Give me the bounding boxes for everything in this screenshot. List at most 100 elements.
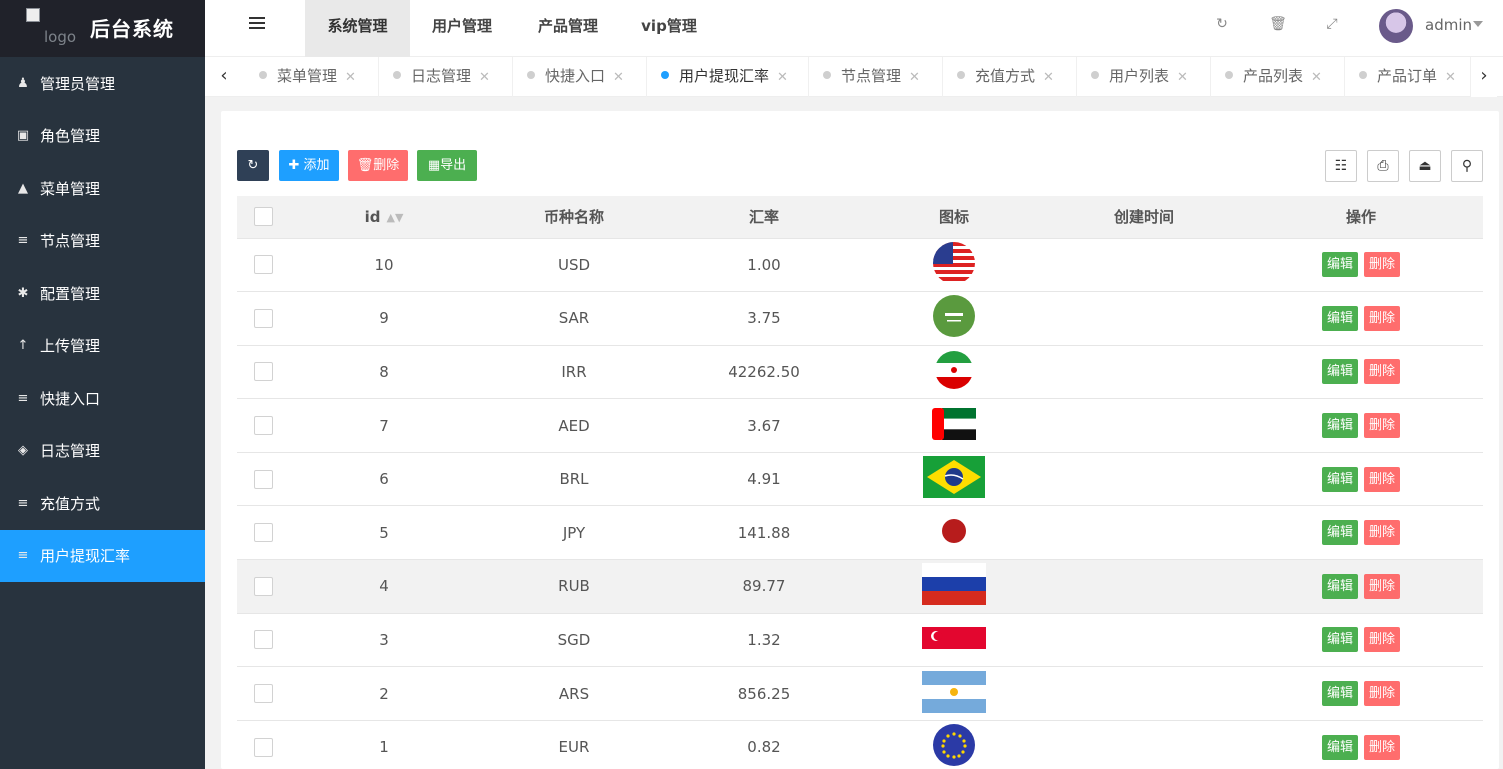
tab-system[interactable]: 系统管理 xyxy=(305,0,410,57)
page-tab[interactable]: 充值方式 ✕ xyxy=(943,57,1077,97)
fullscreen-icon[interactable]: ⤢ xyxy=(1323,16,1341,34)
page-tab[interactable]: 日志管理 ✕ xyxy=(379,57,513,97)
columns-icon[interactable]: ☷ xyxy=(1325,150,1357,182)
select-all-checkbox[interactable] xyxy=(253,207,273,227)
sidebar-item-config[interactable]: ✱ 配置管理 xyxy=(0,267,205,320)
table-row[interactable]: 9 SAR 3.75 编辑 删除 xyxy=(237,291,1483,346)
page-tab[interactable]: 产品订单 ✕ xyxy=(1345,57,1471,97)
cell-currency-name: ARS xyxy=(479,666,669,721)
table-row[interactable]: 10 USD 1.00 编辑 删除 xyxy=(237,238,1483,293)
close-icon[interactable]: ✕ xyxy=(909,70,920,85)
sidebar-item-upload[interactable]: ↑ 上传管理 xyxy=(0,320,205,373)
table-row[interactable]: 1 EUR 0.82 编辑 删除 xyxy=(237,720,1483,769)
edit-button[interactable]: 编辑 xyxy=(1322,252,1358,278)
refresh-button[interactable]: ↻ xyxy=(237,150,269,181)
page-tab-label: 快捷入口 xyxy=(545,67,606,85)
edit-button[interactable]: 编辑 xyxy=(1322,627,1358,653)
menu-toggle-icon[interactable] xyxy=(249,17,265,31)
sidebar-item-log[interactable]: ◈ 日志管理 xyxy=(0,425,205,478)
close-icon[interactable]: ✕ xyxy=(777,70,788,85)
trash-icon[interactable]: 🗑 xyxy=(1269,16,1287,34)
sidebar-item-recharge[interactable]: ≡ 充值方式 xyxy=(0,477,205,530)
table-body: 10 USD 1.00 编辑 删除 9 SAR 3.75 编辑 删除 8 IRR 42262.50 编辑删… xyxy=(237,238,1483,769)
page-tab[interactable]: 产品列表 ✕ xyxy=(1211,57,1345,97)
chevron-right-icon[interactable]: › xyxy=(1471,57,1497,97)
close-icon[interactable]: ✕ xyxy=(1043,70,1054,85)
page-tab[interactable]: 节点管理 ✕ xyxy=(809,57,943,97)
row-delete-button[interactable]: 删除 xyxy=(1364,305,1400,331)
user-name[interactable]: admin xyxy=(1425,16,1472,34)
sidebar-item-label: 节点管理 xyxy=(40,232,101,251)
row-delete-button[interactable]: 删除 xyxy=(1364,520,1400,546)
row-delete-button[interactable]: 删除 xyxy=(1364,573,1400,599)
edit-button[interactable]: 编辑 xyxy=(1322,305,1358,331)
refresh-icon[interactable]: ↻ xyxy=(1213,16,1231,34)
delete-button[interactable]: 🗑删除 xyxy=(348,150,408,181)
sidebar-item-admin[interactable]: ♟ 管理员管理 xyxy=(0,57,205,110)
row-checkbox[interactable] xyxy=(253,684,273,704)
edit-button[interactable]: 编辑 xyxy=(1322,359,1358,385)
search-icon[interactable]: ⚲ xyxy=(1451,150,1483,182)
table-row[interactable]: 2 ARS 856.25 编辑 删除 xyxy=(237,666,1483,721)
table-row[interactable]: 6 BRL 4.91 编辑 删除 xyxy=(237,452,1483,507)
edit-button[interactable]: 编辑 xyxy=(1322,573,1358,599)
table-row[interactable]: 7 AED 3.67 编辑 删除 xyxy=(237,398,1483,453)
row-checkbox[interactable] xyxy=(253,362,273,382)
edit-button[interactable]: 编辑 xyxy=(1322,413,1358,439)
close-icon[interactable]: ✕ xyxy=(1177,70,1188,85)
chevron-down-icon[interactable] xyxy=(1473,21,1483,27)
page-tab[interactable]: 快捷入口 ✕ xyxy=(513,57,647,97)
row-delete-button[interactable]: 删除 xyxy=(1364,681,1400,707)
edit-button[interactable]: 编辑 xyxy=(1322,520,1358,546)
row-select-cell xyxy=(237,613,289,668)
table-row[interactable]: 4 RUB 89.77 编辑 删除 xyxy=(237,559,1483,614)
edit-button[interactable]: 编辑 xyxy=(1322,734,1358,760)
row-checkbox[interactable] xyxy=(253,416,273,436)
column-header-id[interactable]: id ▲▼ xyxy=(289,196,479,239)
sidebar-item-role[interactable]: ▣ 角色管理 xyxy=(0,110,205,163)
page-tab[interactable]: 用户列表 ✕ xyxy=(1077,57,1211,97)
export-icon[interactable]: ⏏ xyxy=(1409,150,1441,182)
close-icon[interactable]: ✕ xyxy=(1311,70,1322,85)
row-checkbox[interactable] xyxy=(253,523,273,543)
tab-vip[interactable]: vip管理 xyxy=(629,0,709,57)
row-delete-button[interactable]: 删除 xyxy=(1364,252,1400,278)
row-checkbox[interactable] xyxy=(253,255,273,275)
chevron-left-icon[interactable]: ‹ xyxy=(211,57,237,97)
sort-icon[interactable]: ▲▼ xyxy=(386,211,403,224)
close-icon[interactable]: ✕ xyxy=(1445,70,1456,85)
add-button[interactable]: ✚ 添加 xyxy=(279,150,339,181)
status-dot xyxy=(393,71,401,79)
export-icon: ▦ xyxy=(427,158,441,173)
print-icon[interactable]: ⎙ xyxy=(1367,150,1399,182)
edit-button[interactable]: 编辑 xyxy=(1322,466,1358,492)
row-delete-button[interactable]: 删除 xyxy=(1364,734,1400,760)
edit-button[interactable]: 编辑 xyxy=(1322,681,1358,707)
row-checkbox[interactable] xyxy=(253,308,273,328)
table-row[interactable]: 3 SGD 1.32 编辑 删除 xyxy=(237,613,1483,668)
japan-flag-icon xyxy=(941,518,967,548)
table-row[interactable]: 5 JPY 141.88 编辑 删除 xyxy=(237,505,1483,561)
row-checkbox[interactable] xyxy=(253,737,273,757)
row-checkbox[interactable] xyxy=(253,469,273,489)
table-row[interactable]: 8 IRR 42262.50 编辑 删除 xyxy=(237,345,1483,400)
close-icon[interactable]: ✕ xyxy=(613,70,624,85)
row-checkbox[interactable] xyxy=(253,630,273,650)
sidebar-item-withdraw-rate[interactable]: ≡ 用户提现汇率 xyxy=(0,529,205,582)
row-delete-button[interactable]: 删除 xyxy=(1364,466,1400,492)
sidebar-item-node[interactable]: ≡ 节点管理 xyxy=(0,215,205,268)
row-checkbox[interactable] xyxy=(253,576,273,596)
page-tab-active[interactable]: 用户提现汇率 ✕ xyxy=(647,57,809,97)
row-delete-button[interactable]: 删除 xyxy=(1364,627,1400,653)
page-tab[interactable]: 菜单管理 ✕ xyxy=(245,57,379,97)
tab-user[interactable]: 用户管理 xyxy=(417,0,507,57)
row-delete-button[interactable]: 删除 xyxy=(1364,359,1400,385)
avatar[interactable] xyxy=(1379,9,1413,43)
export-button[interactable]: ▦导出 xyxy=(417,150,477,181)
tab-product[interactable]: 产品管理 xyxy=(523,0,613,57)
close-icon[interactable]: ✕ xyxy=(479,70,490,85)
close-icon[interactable]: ✕ xyxy=(345,70,356,85)
row-delete-button[interactable]: 删除 xyxy=(1364,413,1400,439)
sidebar-item-menu[interactable]: ▲ 菜单管理 xyxy=(0,162,205,215)
sidebar-item-shortcut[interactable]: ≡ 快捷入口 xyxy=(0,372,205,425)
